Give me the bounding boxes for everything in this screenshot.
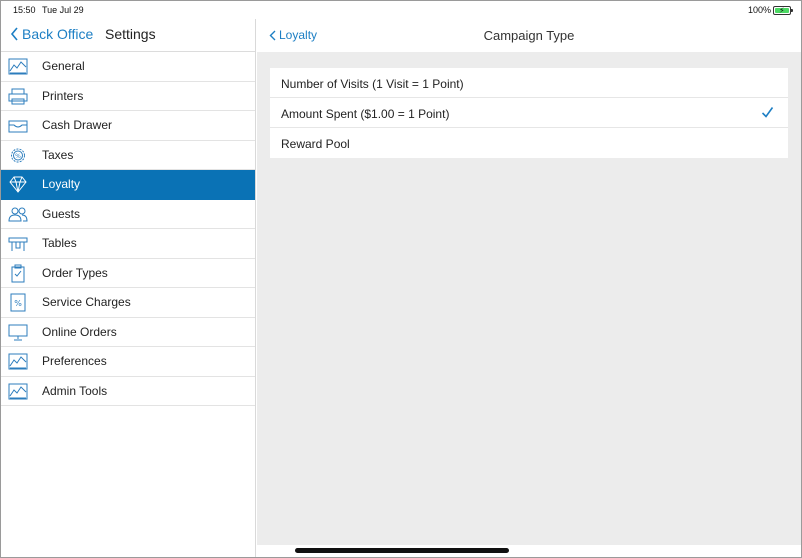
sidebar-item-loyalty[interactable]: Loyalty bbox=[1, 170, 255, 200]
cash-drawer-icon bbox=[8, 116, 28, 135]
monitor-icon bbox=[8, 323, 28, 342]
svg-text:%: % bbox=[14, 299, 22, 308]
sidebar-item-label: Preferences bbox=[42, 354, 107, 369]
option-label: Reward Pool bbox=[281, 137, 350, 151]
printer-icon bbox=[8, 87, 28, 106]
home-indicator[interactable] bbox=[295, 548, 509, 553]
diamond-icon bbox=[8, 175, 28, 194]
chevron-left-icon bbox=[10, 27, 18, 41]
sidebar-item-printers[interactable]: Printers bbox=[1, 82, 255, 111]
status-bar: 15:50 Tue Jul 29 100% ⚡ bbox=[1, 1, 801, 19]
sidebar-item-label: Loyalty bbox=[42, 177, 81, 192]
sidebar-title: Settings bbox=[105, 26, 156, 42]
status-time: 15:50 bbox=[13, 5, 36, 15]
sidebar-item-preferences[interactable]: Preferences bbox=[1, 347, 255, 377]
settings-sidebar: Back Office Settings General Printers Cash… bbox=[1, 19, 256, 557]
option-label: Amount Spent ($1.00 = 1 Point) bbox=[281, 107, 450, 121]
sidebar-item-label: Cash Drawer bbox=[42, 118, 113, 133]
sidebar-item-taxes[interactable]: % Taxes bbox=[1, 141, 255, 170]
sidebar-item-order-types[interactable]: Order Types bbox=[1, 259, 255, 288]
sidebar-item-online-orders[interactable]: Online Orders bbox=[1, 318, 255, 347]
detail-pane: Loyalty Campaign Type Number of Visits (… bbox=[257, 19, 801, 557]
back-office-button[interactable]: Back Office bbox=[10, 26, 93, 42]
option-label: Number of Visits (1 Visit = 1 Point) bbox=[281, 77, 464, 91]
chart-icon bbox=[8, 352, 28, 371]
sidebar-item-guests[interactable]: Guests bbox=[1, 200, 255, 229]
sidebar-item-admin-tools[interactable]: Admin Tools bbox=[1, 377, 255, 406]
sidebar-header: Back Office Settings bbox=[1, 19, 255, 52]
campaign-type-option[interactable]: Number of Visits (1 Visit = 1 Point) bbox=[270, 68, 788, 98]
sidebar-item-label: Service Charges bbox=[42, 295, 131, 310]
page-title: Campaign Type bbox=[483, 28, 575, 43]
sidebar-item-cash-drawer[interactable]: Cash Drawer bbox=[1, 111, 255, 141]
campaign-type-option[interactable]: Reward Pool bbox=[270, 128, 788, 158]
ipad-screen: 15:50 Tue Jul 29 100% ⚡ Back Office Sett… bbox=[0, 0, 802, 558]
sidebar-item-label: Printers bbox=[42, 88, 84, 103]
tax-gear-icon: % bbox=[8, 146, 28, 165]
clipboard-icon bbox=[8, 264, 28, 283]
checkmark-icon bbox=[761, 105, 774, 119]
campaign-type-option[interactable]: Amount Spent ($1.00 = 1 Point) bbox=[270, 98, 788, 128]
percent-icon: % bbox=[8, 293, 28, 312]
settings-menu: General Printers Cash Drawer% Taxes Loyalty G… bbox=[1, 52, 255, 406]
back-office-label: Back Office bbox=[22, 26, 94, 42]
sidebar-item-tables[interactable]: Tables bbox=[1, 229, 255, 259]
sidebar-item-label: Guests bbox=[42, 206, 81, 221]
campaign-type-options: Number of Visits (1 Visit = 1 Point) Amou… bbox=[270, 68, 788, 158]
chart-icon bbox=[8, 382, 28, 401]
battery-charging-icon: ⚡ bbox=[773, 6, 793, 15]
battery-percentage: 100% bbox=[747, 5, 771, 15]
sidebar-item-label: General bbox=[42, 59, 85, 74]
chart-icon bbox=[8, 57, 28, 76]
table-icon bbox=[8, 234, 28, 253]
svg-text:%: % bbox=[15, 153, 21, 160]
sidebar-item-label: Tables bbox=[42, 236, 77, 251]
sidebar-item-general[interactable]: General bbox=[1, 52, 255, 82]
guests-icon bbox=[8, 205, 28, 224]
sidebar-item-service-charges[interactable]: % Service Charges bbox=[1, 288, 255, 318]
sidebar-item-label: Online Orders bbox=[42, 324, 117, 339]
sidebar-item-label: Order Types bbox=[42, 265, 108, 280]
sidebar-item-label: Taxes bbox=[42, 147, 74, 162]
status-date: Tue Jul 29 bbox=[42, 5, 84, 15]
detail-nav-bar: Loyalty Campaign Type bbox=[257, 19, 801, 52]
sidebar-item-label: Admin Tools bbox=[42, 383, 108, 398]
